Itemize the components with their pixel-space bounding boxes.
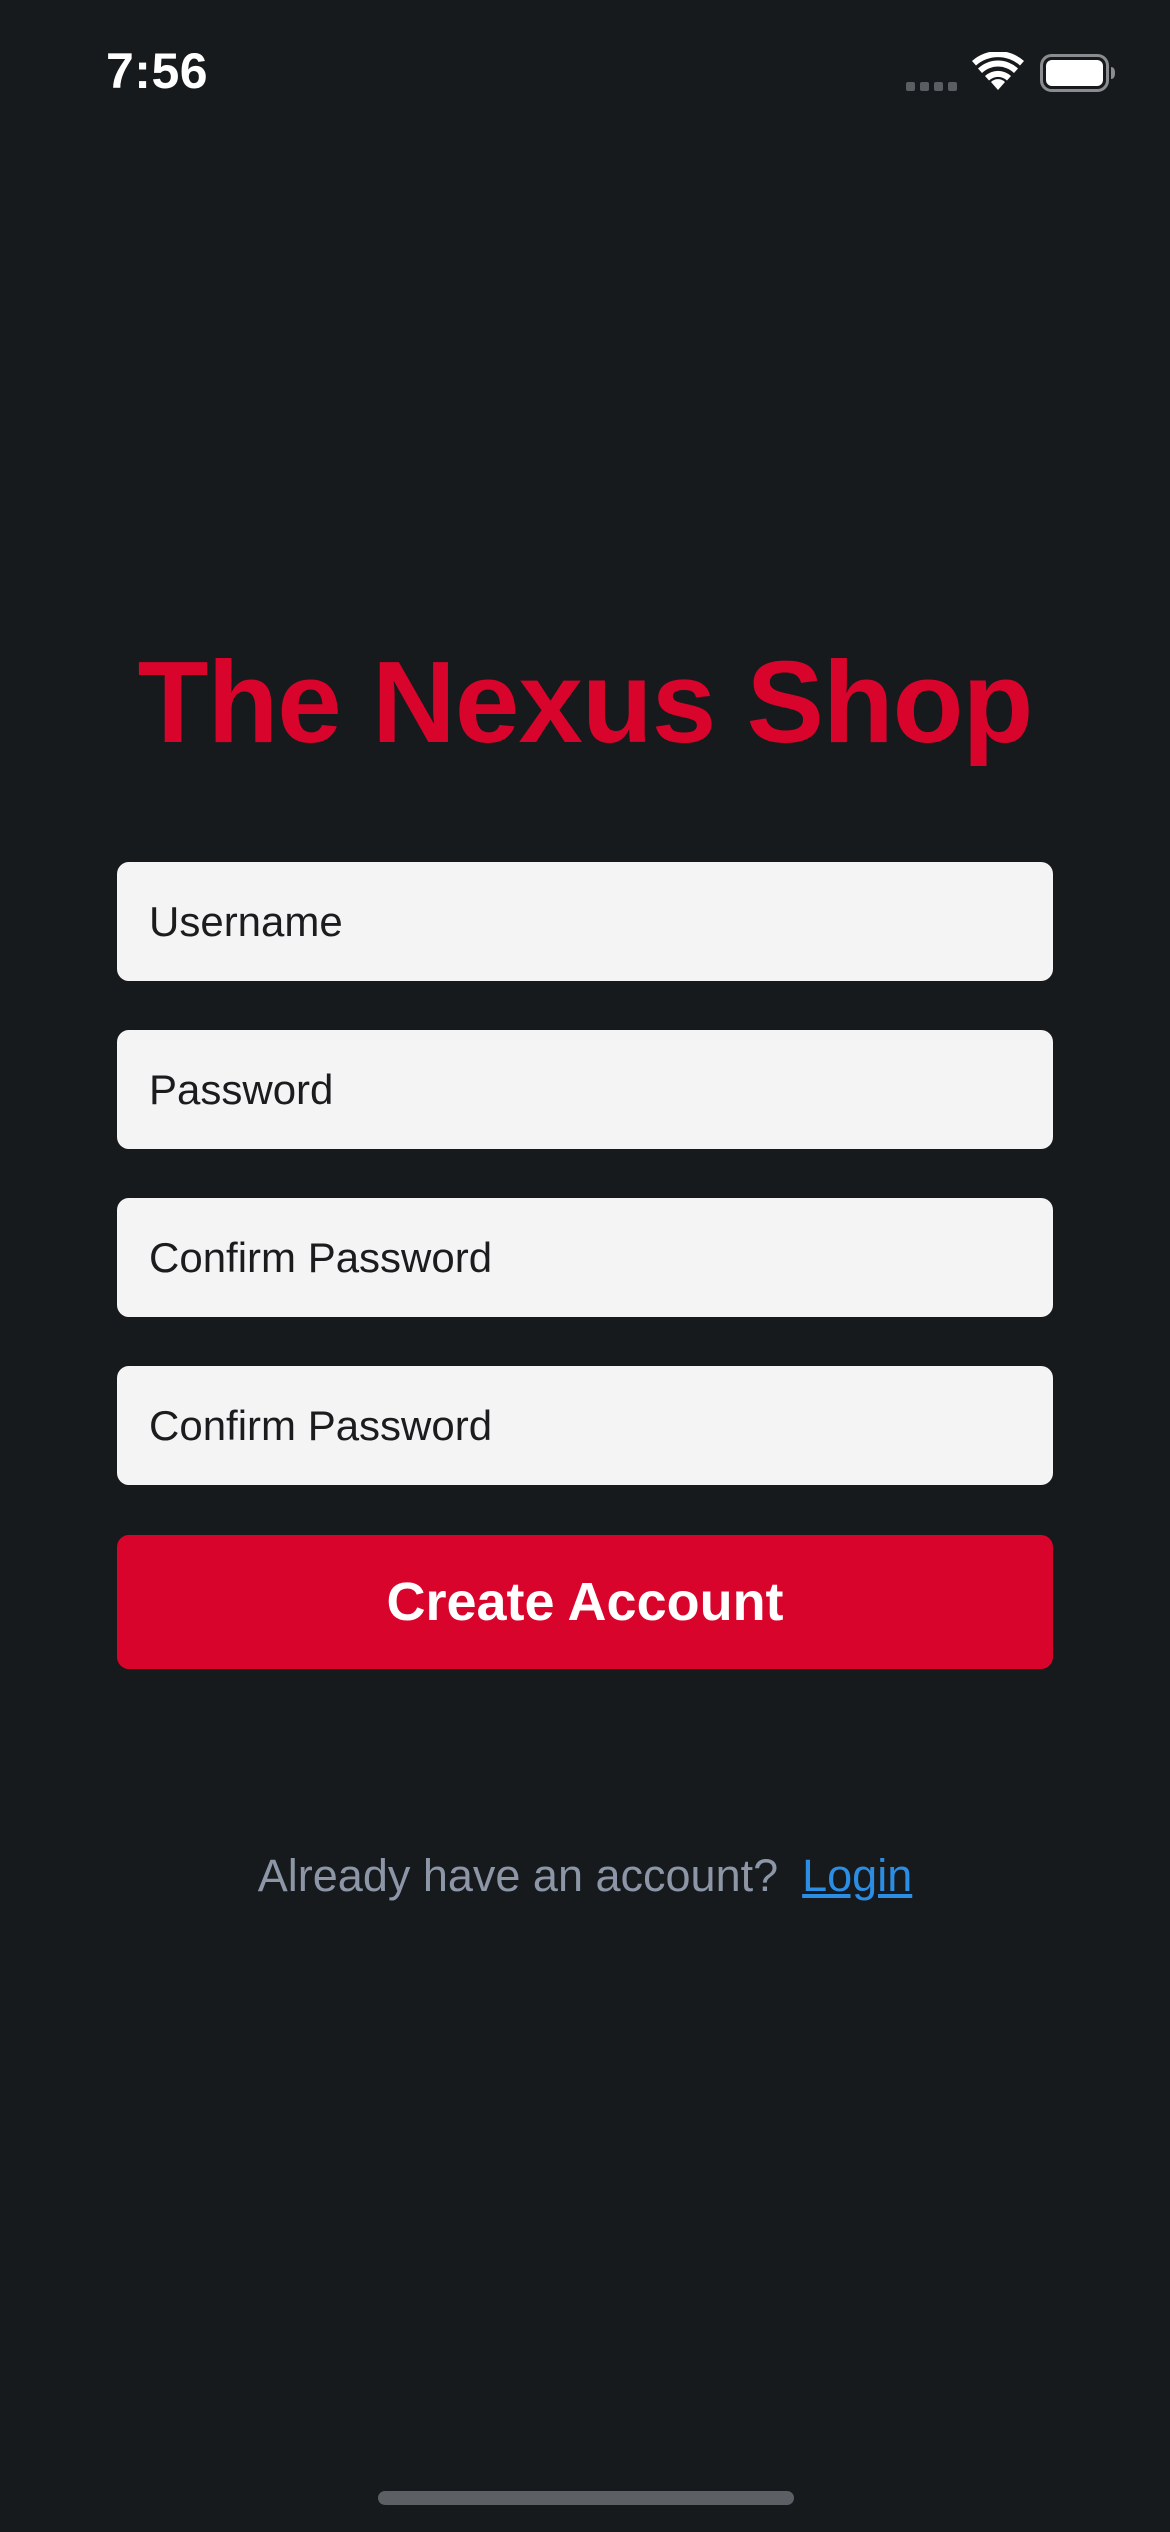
- status-bar: 7:56: [0, 0, 1170, 150]
- app-title: The Nexus Shop: [137, 637, 1034, 767]
- username-input[interactable]: [147, 896, 1023, 947]
- battery-icon: [1040, 54, 1115, 92]
- password-field-container: [117, 1030, 1053, 1149]
- wifi-icon: [972, 52, 1024, 90]
- login-prompt-row: Already have an account? Login: [0, 1846, 1170, 1906]
- status-time: 7:56: [106, 43, 209, 99]
- home-indicator[interactable]: [378, 2491, 794, 2505]
- password-input[interactable]: [147, 1064, 1023, 1115]
- create-account-button[interactable]: Create Account: [117, 1535, 1053, 1669]
- confirm-password-2-field-container: [117, 1366, 1053, 1485]
- login-prompt-text: Already have an account?: [257, 1850, 779, 1901]
- login-link[interactable]: Login: [802, 1850, 912, 1901]
- confirm-password-2-input[interactable]: [147, 1400, 1023, 1451]
- confirm-password-input[interactable]: [147, 1232, 1023, 1283]
- confirm-password-field-container: [117, 1198, 1053, 1317]
- username-field-container: [117, 862, 1053, 981]
- cellular-signal-icon: [906, 82, 957, 91]
